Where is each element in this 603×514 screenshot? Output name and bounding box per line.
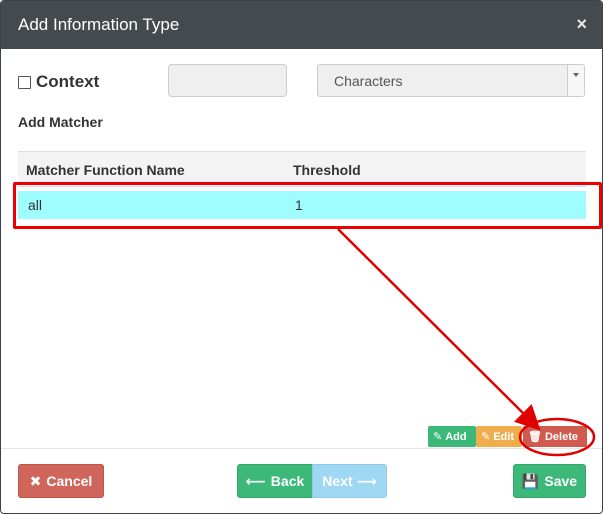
pencil-icon: ✎	[481, 431, 491, 443]
context-input[interactable]	[168, 64, 287, 97]
chevron-down-icon[interactable]	[567, 65, 584, 96]
arrow-right-icon: ⟶	[356, 472, 377, 489]
table-row[interactable]: all 1	[18, 191, 586, 219]
delete-matcher-button[interactable]: 🗑 Delete	[523, 426, 587, 447]
dialog-title: Add Information Type	[18, 15, 180, 34]
matcher-table: Matcher Function Name Threshold all 1	[18, 151, 586, 219]
floppy-icon: 💾	[521, 472, 540, 489]
next-button-label: Next	[322, 473, 353, 489]
save-button-label: Save	[544, 473, 578, 489]
close-icon[interactable]: ×	[576, 14, 587, 34]
back-button[interactable]: ⟵ Back	[237, 464, 313, 498]
cell-threshold: 1	[295, 197, 303, 213]
cancel-button-label: Cancel	[46, 473, 93, 489]
context-toggle[interactable]: Context	[18, 71, 99, 93]
cell-matcher-name: all	[28, 197, 43, 213]
add-matcher-heading: Add Matcher	[18, 114, 103, 130]
cancel-button[interactable]: ✖ Cancel	[18, 464, 104, 498]
type-select-value: Characters	[334, 73, 403, 89]
back-button-label: Back	[270, 473, 305, 489]
trash-icon: 🗑	[528, 431, 542, 443]
pencil-icon: ✎	[433, 431, 443, 443]
arrow-left-icon: ⟵	[245, 472, 266, 489]
table-header: Matcher Function Name Threshold	[18, 151, 586, 187]
next-button[interactable]: Next ⟶	[312, 464, 387, 498]
context-label: Context	[36, 72, 100, 91]
edit-button-label: Edit	[493, 430, 514, 443]
add-information-type-dialog: Add Information Type × Context Character…	[0, 0, 603, 514]
type-select[interactable]: Characters	[317, 64, 585, 97]
add-matcher-button[interactable]: ✎ Add	[428, 426, 476, 447]
add-button-label: Add	[445, 430, 467, 443]
footer-divider	[1, 448, 602, 449]
column-header-name: Matcher Function Name	[26, 162, 185, 178]
delete-button-label: Delete	[544, 430, 578, 443]
annotation-arrow	[337, 228, 541, 431]
times-icon: ✖	[29, 472, 42, 489]
save-button[interactable]: 💾 Save	[513, 464, 586, 498]
dialog-header: Add Information Type ×	[1, 1, 602, 49]
context-checkbox[interactable]	[18, 75, 31, 89]
column-header-threshold: Threshold	[293, 162, 361, 178]
edit-matcher-button[interactable]: ✎ Edit	[476, 426, 522, 447]
